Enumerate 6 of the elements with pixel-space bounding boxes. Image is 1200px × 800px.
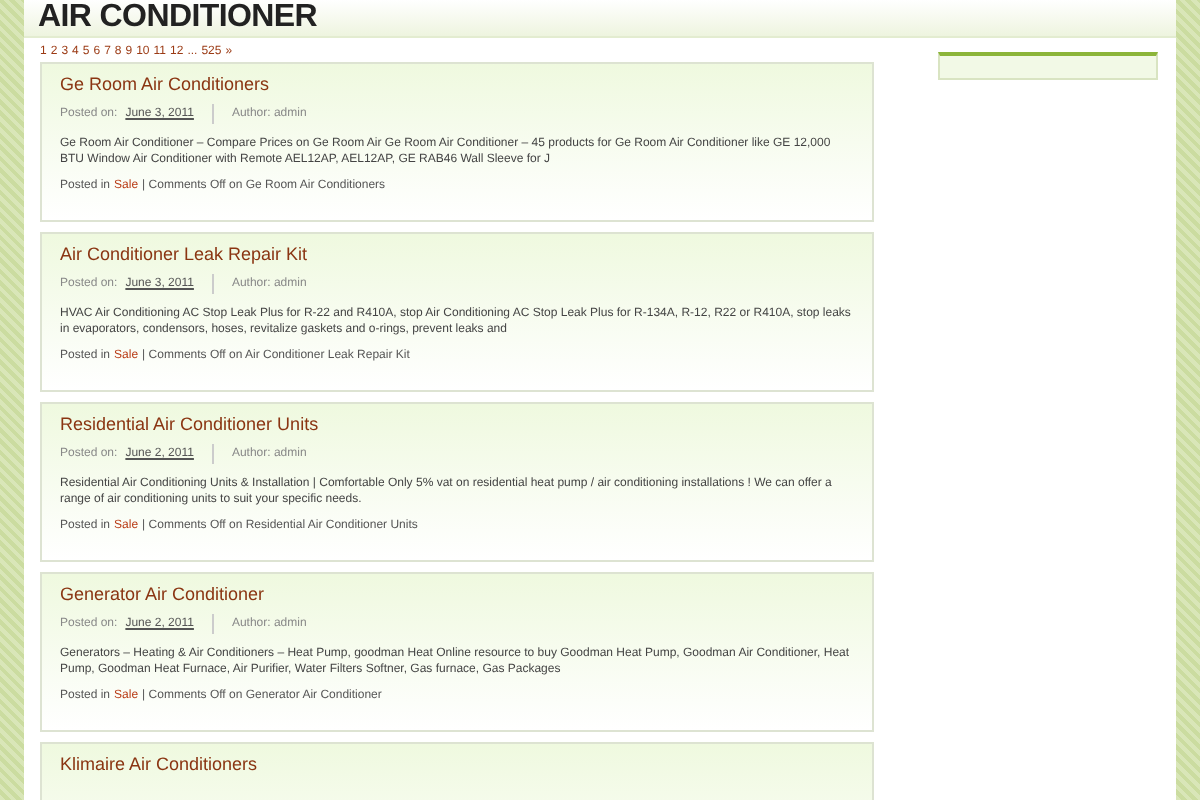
post-title-link[interactable]: Generator Air Conditioner: [60, 584, 854, 604]
post-title-link[interactable]: Air Conditioner Leak Repair Kit: [60, 244, 854, 264]
site-title: AIR CONDITIONER: [38, 0, 318, 36]
post-title-link[interactable]: Klimaire Air Conditioners: [60, 754, 854, 774]
post-title-link[interactable]: Ge Room Air Conditioners: [60, 74, 854, 94]
post-title-link[interactable]: Residential Air Conditioner Units: [60, 414, 854, 434]
